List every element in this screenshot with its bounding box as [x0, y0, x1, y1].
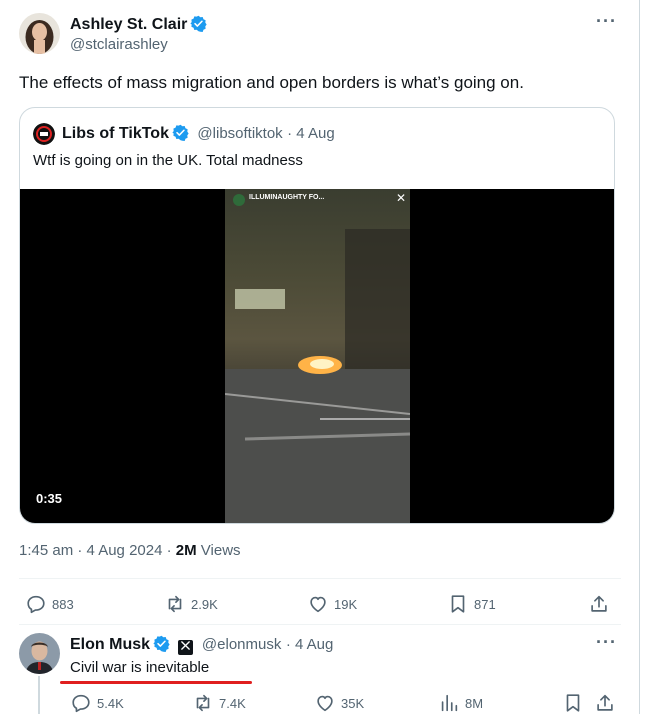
reply-author-avatar[interactable]: [19, 633, 60, 674]
reply-share-button[interactable]: [594, 692, 616, 714]
reply-bookmark-button[interactable]: [562, 692, 584, 714]
author-name[interactable]: Ashley St. Clair: [70, 16, 187, 33]
like-count: 19K: [334, 596, 358, 612]
views-count: 2M: [175, 542, 197, 559]
reply-button[interactable]: 883: [25, 593, 74, 615]
more-options-icon[interactable]: ···: [596, 632, 617, 653]
more-options-icon[interactable]: ···: [596, 11, 617, 32]
reply-icon: [72, 694, 90, 713]
author-handle[interactable]: @stclairashley: [70, 36, 168, 53]
reply-repost-button[interactable]: 7.4K: [192, 692, 246, 714]
like-button[interactable]: 19K: [307, 593, 357, 615]
bookmark-button[interactable]: 871: [447, 593, 496, 615]
reply-views-count: 8M: [465, 695, 484, 711]
divider: [19, 624, 621, 625]
quoted-author-handle: @libsoftiktok: [197, 125, 283, 142]
quoted-author-avatar: [33, 123, 55, 145]
reply-count: 883: [52, 596, 74, 612]
views-icon: [441, 694, 458, 712]
video-close-icon[interactable]: ✕: [396, 191, 406, 205]
quoted-post-card[interactable]: Libs of TikTok @libsoftiktok · 4 Aug Wtf…: [19, 107, 615, 524]
share-icon: [597, 694, 613, 711]
x-logo-icon: [178, 640, 194, 655]
verified-badge-icon: [153, 635, 170, 652]
video-duration: 0:35: [36, 491, 63, 506]
quoted-text: Wtf is going on in the UK. Total madness: [33, 152, 303, 169]
repost-count: 2.9K: [191, 596, 218, 612]
video-channel-icon: [233, 194, 245, 206]
verified-badge-icon: [172, 124, 189, 141]
quoted-author-name: Libs of TikTok: [62, 125, 169, 142]
reply-like-button[interactable]: 35K: [314, 692, 364, 714]
like-icon: [310, 596, 326, 613]
reply-author-name[interactable]: Elon Musk: [70, 636, 150, 653]
thread-line: [38, 676, 40, 714]
author-avatar[interactable]: [19, 13, 60, 54]
video-frame: ILLUMINAUGHTY FO... ✕: [225, 189, 410, 523]
reply-text: Civil war is inevitable: [70, 659, 210, 676]
reply-repost-count: 7.4K: [219, 695, 246, 711]
verified-badge-icon: [190, 15, 207, 32]
video-overlay-text: ILLUMINAUGHTY FO...: [249, 194, 325, 201]
post-timestamp-row: 1:45 am · 4 Aug 2024 · 2M Views: [19, 542, 241, 559]
video-player[interactable]: ILLUMINAUGHTY FO... ✕ 0:35: [20, 189, 614, 523]
bookmark-icon: [566, 694, 580, 712]
reply-author-handle[interactable]: @elonmusk: [202, 636, 281, 653]
repost-icon: [196, 694, 210, 712]
timeline-frame: Ashley St. Clair @stclairashley ··· The …: [0, 0, 640, 714]
post-timestamp[interactable]: 1:45 am · 4 Aug 2024 ·: [19, 542, 176, 559]
divider: [19, 578, 621, 579]
reply-date[interactable]: · 4 Aug: [286, 636, 334, 653]
quoted-date: · 4 Aug: [287, 125, 335, 142]
bookmark-icon: [451, 595, 465, 613]
reply-like-count: 35K: [341, 695, 365, 711]
reply-icon: [27, 595, 45, 614]
post-text: The effects of mass migration and open b…: [19, 73, 524, 92]
highlight-underline: [60, 681, 252, 684]
share-button[interactable]: [588, 593, 610, 615]
like-icon: [317, 695, 333, 712]
views-label: Views: [196, 542, 241, 559]
reply-views-button[interactable]: 8M: [438, 692, 483, 714]
reply-reply-button[interactable]: 5.4K: [70, 692, 124, 714]
repost-icon: [168, 595, 182, 613]
repost-button[interactable]: 2.9K: [164, 593, 218, 615]
reply-reply-count: 5.4K: [97, 695, 124, 711]
share-icon: [591, 595, 607, 612]
bookmark-count: 871: [474, 596, 496, 612]
